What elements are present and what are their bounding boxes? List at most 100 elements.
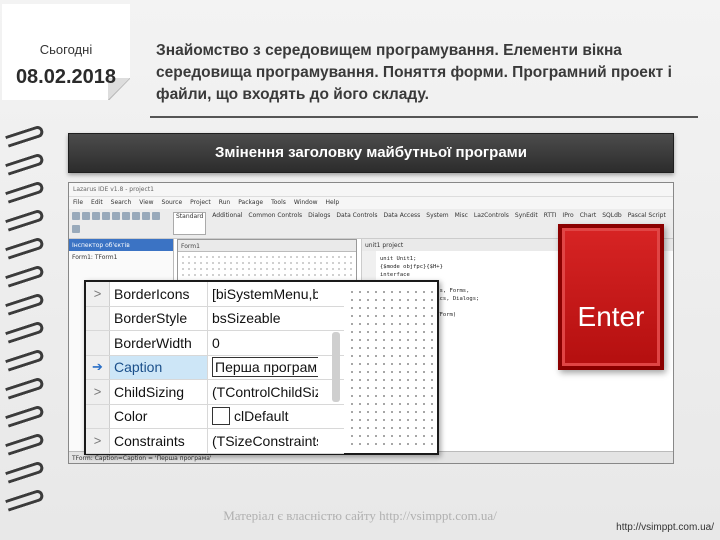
row-gutter xyxy=(86,404,110,428)
property-row-childsizing[interactable]: > ChildSizing (TControlChildSizi xyxy=(86,380,344,405)
spiral-ring xyxy=(5,180,45,204)
spiral-ring xyxy=(5,348,45,372)
palette-tab[interactable]: Misc xyxy=(455,212,468,235)
property-value-cell[interactable]: 0 xyxy=(208,331,318,355)
editor-tab[interactable]: project xyxy=(382,242,403,249)
color-swatch[interactable] xyxy=(212,407,230,426)
current-row-arrow-icon: ➔ xyxy=(86,355,110,379)
property-name[interactable]: BorderWidth xyxy=(110,331,208,355)
spiral-ring xyxy=(5,236,45,260)
caption-input[interactable]: Перша програм xyxy=(212,357,318,378)
spiral-ring xyxy=(5,292,45,316)
ide-titlebar: Lazarus IDE v1.8 - project1 xyxy=(69,183,673,197)
spiral-ring xyxy=(5,320,45,344)
property-value: bsSizeable xyxy=(212,310,281,327)
menu-item[interactable]: Search xyxy=(111,199,132,207)
component-tree-item[interactable]: Form1: TForm1 xyxy=(69,251,173,264)
menu-item[interactable]: Source xyxy=(162,199,183,207)
property-value: (TControlChildSizi xyxy=(212,383,318,400)
palette-tab[interactable]: LazControls xyxy=(474,212,509,235)
property-value: 0 xyxy=(212,334,220,351)
menu-item[interactable]: Window xyxy=(294,199,318,207)
spiral-ring xyxy=(5,124,45,148)
inspector-title: Інспектор об'єктів xyxy=(69,239,173,251)
palette-tab[interactable]: Standard xyxy=(173,212,207,235)
step-icon[interactable] xyxy=(142,212,150,220)
menu-item[interactable]: File xyxy=(73,199,83,207)
expand-chevron-icon[interactable]: > xyxy=(86,429,110,453)
menu-item[interactable]: Run xyxy=(219,199,231,207)
editor-tab[interactable]: unit1 xyxy=(365,242,380,249)
property-name[interactable]: Caption xyxy=(110,355,208,379)
open-icon[interactable] xyxy=(82,212,90,220)
menu-item[interactable]: Tools xyxy=(271,199,286,207)
property-row-color[interactable]: Color clDefault xyxy=(86,404,344,429)
slide-title: Знайомство з середовищем програмування. … xyxy=(156,42,672,103)
property-name[interactable]: BorderStyle xyxy=(110,306,208,330)
date-note: Сьогодні 08.02.2018 xyxy=(2,4,130,100)
property-value-cell[interactable]: Перша програм xyxy=(208,356,318,380)
save-all-icon[interactable] xyxy=(102,212,110,220)
property-name[interactable]: ChildSizing xyxy=(110,380,208,404)
property-value: [biSystemMenu,bi xyxy=(212,285,318,302)
code-line[interactable]: interface xyxy=(380,271,479,279)
property-name[interactable]: Color xyxy=(110,404,208,428)
property-value-cell[interactable]: (TControlChildSizi xyxy=(208,380,318,404)
property-value: (TSizeConstraints) xyxy=(212,432,318,449)
row-gutter xyxy=(86,331,110,355)
site-link[interactable]: http://vsimppt.com.ua/ xyxy=(616,522,714,533)
run-icon[interactable] xyxy=(112,212,120,220)
property-row-caption[interactable]: ➔ Caption Перша програм xyxy=(86,355,344,380)
save-icon[interactable] xyxy=(92,212,100,220)
row-gutter xyxy=(86,306,110,330)
ide-menubar: File Edit Search View Source Project Run… xyxy=(69,197,673,209)
property-name[interactable]: Constraints xyxy=(110,429,208,453)
property-row-borderstyle[interactable]: BorderStyle bsSizeable xyxy=(86,306,344,331)
form-icon[interactable] xyxy=(152,212,160,220)
code-line[interactable]: unit Unit1; xyxy=(380,255,479,263)
property-row-borderwidth[interactable]: BorderWidth 0 xyxy=(86,331,344,356)
property-row-bordericons[interactable]: > BorderIcons [biSystemMenu,bi xyxy=(86,282,344,307)
palette-tab[interactable]: Common Controls xyxy=(248,212,302,235)
spiral-ring xyxy=(5,208,45,232)
form-title: Form1 xyxy=(178,240,356,252)
property-value-cell[interactable]: (TSizeConstraints) xyxy=(208,429,318,453)
new-file-icon[interactable] xyxy=(72,212,80,220)
expand-chevron-icon[interactable]: > xyxy=(86,380,110,404)
palette-tab[interactable]: Additional xyxy=(212,212,242,235)
palette-tab[interactable]: System xyxy=(426,212,448,235)
zoomed-property-grid: > BorderIcons [biSystemMenu,bi BorderStyle b… xyxy=(84,280,439,455)
palette-tab[interactable]: Dialogs xyxy=(308,212,330,235)
pause-icon[interactable] xyxy=(122,212,130,220)
menu-item[interactable]: Project xyxy=(190,199,211,207)
unit-icon[interactable] xyxy=(72,224,80,233)
spiral-ring xyxy=(5,152,45,176)
spiral-ring xyxy=(5,460,45,484)
palette-tab[interactable]: SynEdit xyxy=(515,212,538,235)
menu-item[interactable]: Package xyxy=(238,199,263,207)
watermark: Матеріал є власністю сайту http://vsimpp… xyxy=(223,508,497,523)
property-name[interactable]: BorderIcons xyxy=(110,282,208,306)
spiral-ring xyxy=(5,404,45,428)
property-value-cell[interactable]: clDefault xyxy=(208,405,318,429)
property-grid: > BorderIcons [biSystemMenu,bi BorderStyle b… xyxy=(86,282,344,454)
spiral-ring xyxy=(5,376,45,400)
spiral-ring xyxy=(5,432,45,456)
property-scrollbar[interactable] xyxy=(332,332,340,402)
menu-item[interactable]: Edit xyxy=(91,199,103,207)
palette-tab[interactable]: Data Access xyxy=(383,212,420,235)
code-line[interactable]: {$mode objfpc}{$H+} xyxy=(380,263,479,271)
stop-icon[interactable] xyxy=(132,212,140,220)
spiral-ring xyxy=(5,264,45,288)
property-row-constraints[interactable]: > Constraints (TSizeConstraints) xyxy=(86,429,344,454)
menu-item[interactable]: View xyxy=(139,199,153,207)
expand-chevron-icon[interactable]: > xyxy=(86,282,110,306)
property-value-cell[interactable]: bsSizeable xyxy=(208,307,318,331)
palette-tab[interactable]: Data Controls xyxy=(336,212,377,235)
palette-tab[interactable]: RTTI xyxy=(544,212,557,235)
property-value: clDefault xyxy=(234,408,289,425)
property-value-cell[interactable]: [biSystemMenu,bi xyxy=(208,282,318,306)
title-divider xyxy=(150,116,698,118)
enter-key-icon: Enter xyxy=(558,224,664,370)
menu-item[interactable]: Help xyxy=(326,199,340,207)
